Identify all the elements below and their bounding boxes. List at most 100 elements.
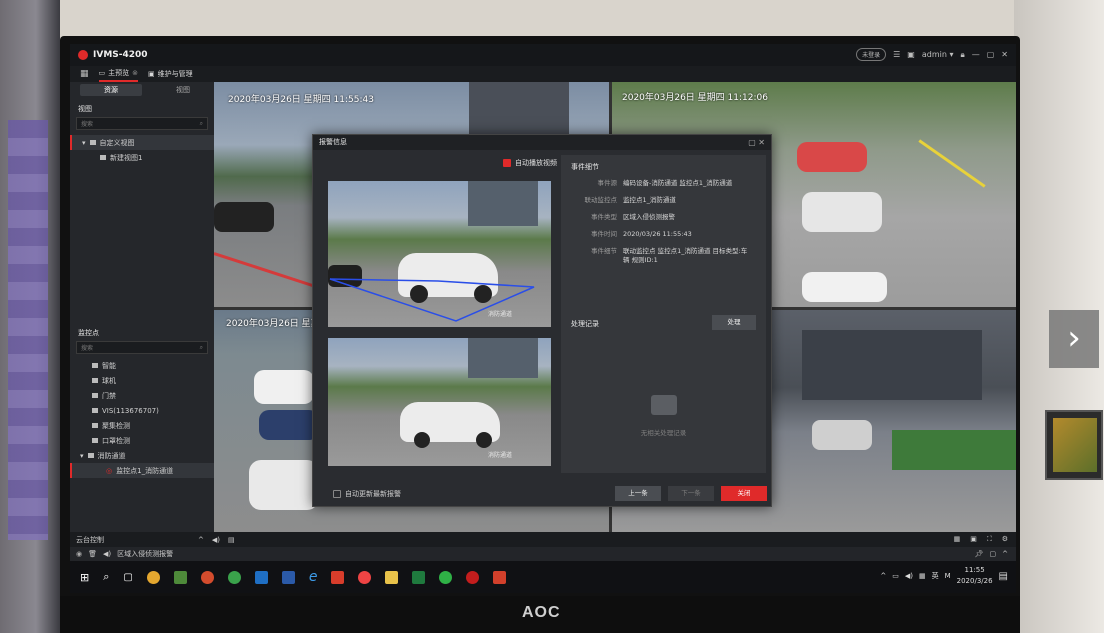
tree-label: 球机 bbox=[102, 376, 116, 385]
dialog-maximize-icon[interactable]: ▢ bbox=[748, 138, 756, 147]
volume-icon[interactable]: ◀) bbox=[212, 536, 220, 544]
delete-icon[interactable]: 🗑︎ bbox=[88, 550, 97, 558]
minimize-button[interactable]: — bbox=[972, 50, 980, 59]
pin-icon[interactable]: 📌︎ bbox=[975, 550, 984, 558]
alarm-icon[interactable]: ◉ bbox=[76, 550, 82, 558]
folder-icon bbox=[92, 363, 98, 368]
search-icon[interactable]: ⌕ bbox=[103, 570, 109, 584]
settings-icon[interactable]: ⚙ bbox=[1002, 535, 1008, 544]
tray-expand-icon[interactable]: ^ bbox=[880, 572, 886, 580]
network-icon[interactable]: ▭ bbox=[892, 572, 899, 580]
system-clock[interactable]: 11:55 2020/3/26 bbox=[957, 565, 993, 587]
tree-item-crowd[interactable]: 聚集检测 bbox=[70, 418, 214, 433]
360-browser-icon[interactable] bbox=[227, 570, 241, 584]
search-icon[interactable]: ⌕ bbox=[200, 120, 203, 128]
camera-osd-3: 2020年03月26日 星期 bbox=[226, 319, 320, 329]
system-tray: ^ ▭ ◀) ▦ 英 M 11:55 2020/3/26 ▤ bbox=[880, 565, 1008, 587]
expand-icon[interactable]: ▾ bbox=[80, 452, 84, 460]
auto-play-checkbox[interactable] bbox=[503, 159, 511, 167]
grid-menu-icon[interactable]: ▦ bbox=[80, 69, 89, 79]
auto-play-option[interactable]: 自动播放视频 bbox=[503, 158, 557, 168]
windows-start-icon[interactable]: ⊞ bbox=[80, 571, 89, 584]
user-menu[interactable]: admin ▾ bbox=[922, 50, 954, 59]
ptz-label[interactable]: 云台控制 bbox=[76, 535, 104, 545]
visio-icon[interactable] bbox=[281, 570, 295, 584]
record-icon[interactable]: ▤ bbox=[228, 536, 235, 544]
tree-item-vis[interactable]: VIS(113676707) bbox=[70, 403, 214, 418]
close-button[interactable]: ✕ bbox=[1001, 50, 1008, 59]
tab-maintenance[interactable]: ▣ 维护与管理 bbox=[148, 66, 193, 82]
next-arrow-icon[interactable]: › bbox=[1049, 310, 1099, 368]
ptz-bar: 云台控制 ^ ◀) ▤ ▦ ▣ ⛶ ⚙ bbox=[70, 532, 1016, 547]
layout-grid-icon[interactable]: ▦ bbox=[954, 535, 961, 544]
search-icon[interactable]: ⌕ bbox=[200, 344, 203, 352]
tab-main-preview[interactable]: ▭ 主预览 ⊗ bbox=[98, 66, 139, 82]
tree-item-access[interactable]: 门禁 bbox=[70, 388, 214, 403]
tab-close-icon[interactable]: ⊗ bbox=[132, 69, 138, 77]
camera-section-title: 监控点 bbox=[78, 329, 99, 337]
tree-item-new-view[interactable]: 新建视图1 bbox=[70, 150, 214, 165]
mail-icon[interactable] bbox=[331, 570, 345, 584]
task-view-icon[interactable]: ▢ bbox=[123, 572, 132, 583]
detail-row-description: 事件细节 联动监控点 监控点1_消防通道 目标类型:车辆 规则ID:1 bbox=[561, 247, 766, 265]
parked-car bbox=[214, 202, 274, 232]
sidebar-tab-views[interactable]: 视图 bbox=[152, 82, 214, 98]
expand-icon[interactable]: ▾ bbox=[82, 139, 86, 147]
chrome-icon[interactable] bbox=[146, 570, 160, 584]
cloud-status[interactable]: 未登录 bbox=[856, 48, 887, 61]
mute-icon[interactable]: ◀) bbox=[103, 550, 111, 558]
auto-refresh-option[interactable]: 自动更新最新报警 bbox=[333, 489, 401, 499]
file-explorer-icon[interactable] bbox=[385, 570, 399, 584]
maintenance-icon: ▣ bbox=[148, 70, 155, 78]
input-method-icon[interactable]: ▦ bbox=[919, 572, 926, 580]
ivms-task-icon[interactable] bbox=[358, 570, 372, 584]
wechat-icon[interactable] bbox=[439, 570, 453, 584]
tree-item-dome[interactable]: 球机 bbox=[70, 373, 214, 388]
ie-icon[interactable]: e bbox=[309, 569, 318, 585]
tree-item-camera-1[interactable]: ◎ 监控点1_消防通道 bbox=[70, 463, 214, 478]
ime-icon[interactable]: M bbox=[945, 572, 951, 580]
title-bar: IVMS-4200 未登录 ☰ ▣ admin ▾ 🔒︎ — ▢ ✕ bbox=[70, 44, 1016, 66]
alarm-snapshot-bottom[interactable]: 消防通道 bbox=[328, 338, 551, 466]
power-app-icon[interactable] bbox=[466, 570, 480, 584]
tree-item-custom-view[interactable]: ▾ 自定义视图 bbox=[70, 135, 214, 150]
screenshot-icon[interactable]: ▣ bbox=[907, 50, 915, 59]
tree-item-fire-lane[interactable]: ▾ 消防通道 bbox=[70, 448, 214, 463]
previous-button[interactable]: 上一条 bbox=[615, 486, 661, 501]
volume-icon[interactable]: ◀) bbox=[905, 572, 913, 580]
view-search-input[interactable]: 搜索 ⌕ bbox=[76, 117, 208, 130]
preview-icon: ▭ bbox=[98, 69, 106, 77]
handle-button[interactable]: 处理 bbox=[712, 315, 756, 330]
tree-item-mask[interactable]: 口罩检测 bbox=[70, 433, 214, 448]
folder-icon bbox=[92, 378, 98, 383]
excel-icon[interactable] bbox=[412, 570, 426, 584]
list-icon[interactable]: ☰ bbox=[893, 50, 900, 59]
clock-time: 11:55 bbox=[964, 566, 985, 574]
dialog-close-icon[interactable]: ✕ bbox=[758, 138, 765, 147]
lock-icon[interactable]: 🔒︎ bbox=[960, 50, 964, 60]
window-split-icon[interactable]: ▣ bbox=[970, 535, 977, 544]
fullscreen-icon[interactable]: ⛶ bbox=[987, 535, 992, 544]
browser-icon[interactable] bbox=[200, 570, 214, 584]
language-indicator[interactable]: 英 bbox=[932, 571, 939, 581]
collapse-icon[interactable]: ^ bbox=[198, 536, 204, 544]
alarm-snapshot-top[interactable]: 消防通道 bbox=[328, 181, 551, 327]
close-dialog-button[interactable]: 关闭 bbox=[721, 486, 767, 501]
tab-label: 维护与管理 bbox=[157, 70, 193, 78]
auto-refresh-checkbox[interactable] bbox=[333, 490, 341, 498]
tree-label: 自定义视图 bbox=[99, 138, 135, 147]
outlook-icon[interactable] bbox=[254, 570, 268, 584]
sidebar-tab-resources[interactable]: 资源 bbox=[80, 84, 142, 96]
presentation-icon[interactable] bbox=[493, 570, 507, 584]
next-button[interactable]: 下一条 bbox=[668, 486, 714, 501]
collapse-icon[interactable]: ^ bbox=[1002, 550, 1008, 558]
side-monitor bbox=[1045, 410, 1103, 480]
tree-item-smart[interactable]: 智能 bbox=[70, 358, 214, 373]
pinned-app-icon[interactable] bbox=[173, 570, 187, 584]
alarm-bar-text[interactable]: 区域入侵侦测报警 bbox=[117, 549, 173, 559]
tree-label: 智能 bbox=[102, 361, 116, 370]
notification-icon[interactable]: ▤ bbox=[999, 571, 1008, 582]
popout-icon[interactable]: ▢ bbox=[990, 550, 997, 558]
maximize-button[interactable]: ▢ bbox=[987, 50, 995, 59]
camera-search-input[interactable]: 搜索 ⌕ bbox=[76, 341, 208, 354]
